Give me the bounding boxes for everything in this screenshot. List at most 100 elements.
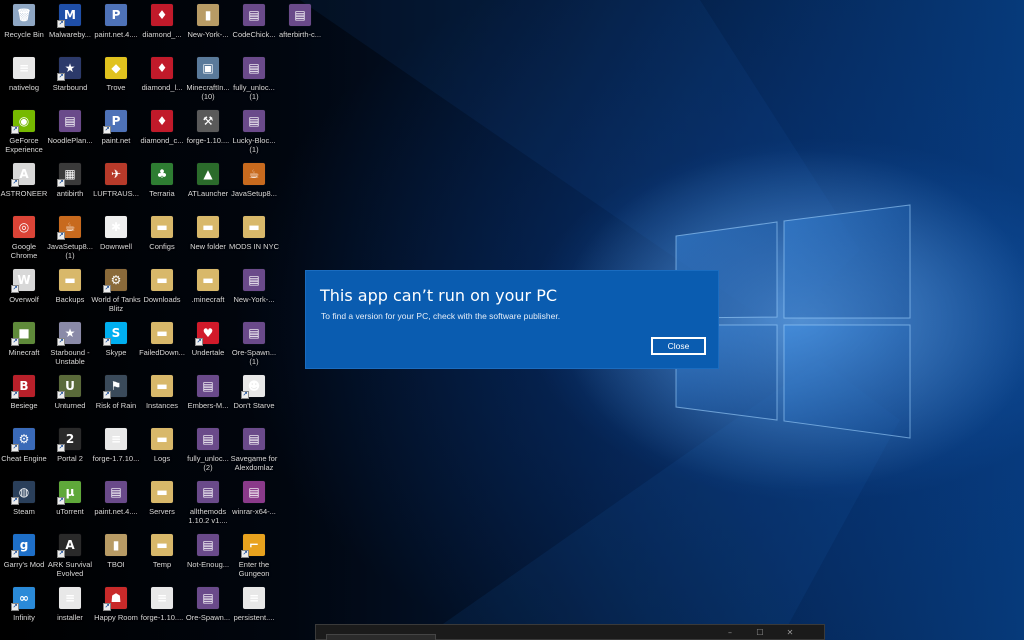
wot-blitz-icon: ⚙ ↗	[103, 269, 127, 293]
desktop-icon[interactable]: ≡ nativelog	[0, 57, 48, 109]
desktop-icon[interactable]: ⚙ ↗ World of Tanks Blitz	[91, 269, 141, 321]
desktop-icon[interactable]: ♦ diamond_...	[138, 4, 186, 56]
desktop-icon-label: Savegame for Alexdomlaz	[230, 454, 278, 472]
desktop-icon-label: uTorrent	[56, 507, 84, 516]
desktop-icon[interactable]: ▬ FailedDown...	[138, 322, 186, 374]
desktop-icon[interactable]: ▬ Configs	[138, 216, 186, 268]
desktop-icon[interactable]: g ↗ Garry's Mod	[0, 534, 48, 586]
desktop-icon[interactable]: U ↗ Unturned	[46, 375, 94, 427]
desktop-icon[interactable]: ▲ ATLauncher	[184, 163, 232, 215]
desktop-icon[interactable]: ◍ ↗ Steam	[0, 481, 48, 533]
desktop-icon[interactable]: ▬ MODS IN NYC	[229, 216, 279, 268]
cheat-engine-icon: ⚙ ↗	[11, 428, 35, 452]
desktop-icon[interactable]: P ↗ paint.net	[92, 110, 140, 162]
desktop-icon[interactable]: ▮ New-York-...	[184, 4, 232, 56]
desktop-icon[interactable]: ☗ ↗ Happy Room	[92, 587, 140, 639]
desktop-icon[interactable]: A ↗ ASTRONEER	[0, 163, 48, 215]
desktop-icon[interactable]: 2 ↗ Portal 2	[46, 428, 94, 480]
desktop-icon[interactable]: ▤ Ore-Spawn...	[184, 587, 232, 639]
desktop-icon[interactable]: ✱ Downwell	[92, 216, 140, 268]
desktop-icon[interactable]: ♣ Terraria	[138, 163, 186, 215]
desktop-icon[interactable]: S ↗ Skype	[92, 322, 140, 374]
desktop-icon[interactable]: ☕ JavaSetup8...	[230, 163, 278, 215]
desktop-icon-label: Undertale	[191, 348, 225, 357]
undertale-icon: ♥ ↗	[195, 322, 219, 346]
winrar-archive-icon: ▤	[197, 428, 219, 450]
desktop-icon[interactable]: ▤ Savegame for Alexdomlaz	[230, 428, 278, 480]
desktop-icon-label: winrar-x64-...	[232, 507, 276, 516]
desktop-icon[interactable]: ▬ .minecraft	[184, 269, 232, 321]
desktop-icon[interactable]: ∞ ↗ Infinity	[0, 587, 48, 639]
desktop-icon[interactable]: ▬ Logs	[138, 428, 186, 480]
desktop-icon[interactable]: M ↗ Malwareby...	[46, 4, 94, 56]
happy-room-icon: ☗ ↗	[103, 587, 127, 611]
desktop-icon[interactable]: ≡ persistent....	[230, 587, 278, 639]
desktop-icon[interactable]: ★ ↗ Starbound - Unstable	[46, 322, 94, 374]
desktop-icon[interactable]: Ppaint.net.4....	[92, 4, 140, 56]
window-tab[interactable]	[326, 634, 436, 640]
desktop-icon[interactable]: ▤ Lucky-Bloc... (1)	[230, 110, 278, 162]
text-file-icon: ≡	[243, 587, 265, 609]
desktop-icon[interactable]: ☕ ↗ JavaSetup8... (1)	[46, 216, 94, 268]
java-icon: ☕ ↗	[57, 216, 81, 240]
desktop-icon[interactable]: ▦ ↗ antibirth	[46, 163, 94, 215]
desktop-icon[interactable]: ⚑ ↗ Risk of Rain	[92, 375, 140, 427]
desktop-icon[interactable]: ▬ Temp	[138, 534, 186, 586]
desktop-icon[interactable]: ▤ winrar-x64-...	[230, 481, 278, 533]
desktop-icon[interactable]: ✈ LUFTRAUS...	[92, 163, 140, 215]
desktop-icon[interactable]: ♦ diamond_l...	[138, 57, 186, 109]
desktop-icon[interactable]: ◉ ↗ GeForce Experience	[0, 110, 48, 162]
winrar-archive-icon: ▤	[59, 110, 81, 132]
desktop-icon[interactable]: µ ↗ uTorrent	[46, 481, 94, 533]
desktop-icon[interactable]: ▤ Not-Enoug...	[184, 534, 232, 586]
desktop-icon[interactable]: ⚙ ↗ Cheat Engine	[0, 428, 48, 480]
desktop-icon[interactable]: ☻ ↗ Don't Starve	[230, 375, 278, 427]
desktop-icon[interactable]: ♥ ↗ Undertale	[184, 322, 232, 374]
desktop-icon[interactable]: ◎ Google Chrome	[0, 216, 48, 268]
luftrausers-icon: ✈	[105, 163, 127, 185]
desktop-icon[interactable]: ▤ CodeChick...	[230, 4, 278, 56]
desktop-icon[interactable]: ▤ Embers-M...	[184, 375, 232, 427]
desktop-icon[interactable]: ▣ MinecraftIn... (10)	[184, 57, 232, 109]
folder-icon: ▬	[243, 216, 265, 238]
desktop-icon[interactable]: ▬ New folder	[184, 216, 232, 268]
desktop-icon[interactable]: ▤ fully_unloc... (1)	[230, 57, 278, 109]
desktop-icon[interactable]: ▤ fully_unloc... (2)	[184, 428, 232, 480]
desktop-icon-label: Logs	[153, 454, 171, 463]
desktop-icon[interactable]: ▬ Downloads	[138, 269, 186, 321]
infinity-icon: ∞ ↗	[11, 587, 35, 611]
desktop-icon[interactable]: B ↗ Besiege	[0, 375, 48, 427]
close-icon[interactable]: ✕	[780, 627, 800, 639]
desktop-icon[interactable]: ≡ forge-1.7.10...	[92, 428, 140, 480]
desktop-icon[interactable]: ≡ forge-1.10....	[138, 587, 186, 639]
desktop-icon[interactable]: ▤ NoodlePlan...	[46, 110, 94, 162]
desktop-icon[interactable]: ⌐ ↗ Enter the Gungeon	[230, 534, 278, 586]
desktop-icon[interactable]: ▬ Backups	[46, 269, 94, 321]
desktop-icon[interactable]: ■ ↗ Minecraft	[0, 322, 48, 374]
desktop-icon[interactable]: ≡ installer	[46, 587, 94, 639]
desktop-icon[interactable]: ▮ TBOI	[92, 534, 140, 586]
desktop-icon-label: New-York-...	[233, 295, 275, 304]
desktop-icon[interactable]: ▬ Servers	[138, 481, 186, 533]
desktop-icon-label: New folder	[190, 242, 226, 251]
desktop-icon-label: JavaSetup8... (1)	[47, 242, 93, 260]
background-window[interactable]: – ☐ ✕	[315, 624, 825, 640]
error-dialog: This app can’t run on your PC To find a …	[305, 270, 719, 369]
minecraft-icon: ■ ↗	[11, 322, 35, 346]
desktop-icon[interactable]: ♦ diamond_c...	[138, 110, 186, 162]
desktop-icon[interactable]: 🗑 Recycle Bin	[0, 4, 48, 56]
desktop-icon[interactable]: A ↗ ARK Survival Evolved	[46, 534, 94, 586]
desktop-icon[interactable]: ▤ paint.net.4....	[92, 481, 140, 533]
desktop-icon[interactable]: ▤ allthemods 1.10.2 v1....	[184, 481, 232, 533]
desktop-icon[interactable]: ◆ Trove	[92, 57, 140, 109]
desktop-icon[interactable]: W ↗ Overwolf	[0, 269, 48, 321]
desktop-icon[interactable]: ▬ Instances	[138, 375, 186, 427]
close-button[interactable]: Close	[651, 337, 706, 355]
desktop-icon[interactable]: ▤ New-York-...	[230, 269, 278, 321]
desktop-icon[interactable]: ★ ↗ Starbound	[46, 57, 94, 109]
desktop-icon[interactable]: ⚒ forge-1.10....	[184, 110, 232, 162]
maximize-icon[interactable]: ☐	[750, 627, 770, 639]
desktop-icon[interactable]: ▤ Ore-Spawn... (1)	[230, 322, 278, 374]
minimize-icon[interactable]: –	[720, 627, 740, 639]
desktop-icon[interactable]: ▤ afterbirth-c...	[276, 4, 324, 56]
